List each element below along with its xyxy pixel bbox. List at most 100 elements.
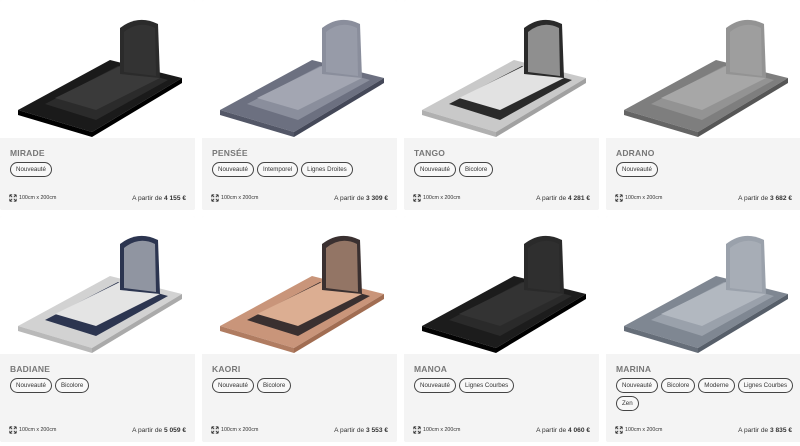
tag-list: Nouveauté	[10, 162, 190, 177]
product-card[interactable]: MANOA Nouveauté Lignes Courbes 100cm x 200c…	[404, 216, 599, 442]
tag-badge: Nouveauté	[212, 162, 254, 177]
price-prefix: A partir de	[738, 427, 769, 434]
price-prefix: A partir de	[738, 195, 769, 202]
tombstone-image	[624, 19, 788, 137]
dimensions: 100cm x 200cm	[615, 426, 662, 434]
product-card[interactable]: PENSÉE Nouveauté Intemporel Lignes Droites 1…	[202, 0, 397, 210]
product-image[interactable]	[0, 0, 195, 138]
resize-arrows-icon	[413, 194, 421, 202]
price-prefix: A partir de	[334, 427, 365, 434]
dimensions-text: 100cm x 200cm	[423, 427, 461, 433]
tag-list: Nouveauté Bicolore	[212, 378, 392, 393]
price-prefix: A partir de	[536, 427, 567, 434]
product-card[interactable]: TANGO Nouveauté Bicolore 100cm x 200cm A par…	[404, 0, 599, 210]
dimensions: 100cm x 200cm	[9, 426, 56, 434]
price: A partir de 3 682 €	[738, 195, 792, 202]
product-name[interactable]: PENSÉE	[212, 148, 248, 158]
product-name[interactable]: MARINA	[616, 364, 651, 374]
tag-badge: Nouveauté	[616, 162, 658, 177]
price-value: 4 155 €	[164, 195, 186, 202]
tag-list: Nouveauté Intemporel Lignes Droites	[212, 162, 392, 177]
price: A partir de 3 553 €	[334, 427, 388, 434]
product-card[interactable]: ADRANO Nouveauté 100cm x 200cm A partir de …	[606, 0, 800, 210]
tag-badge: Moderne	[698, 378, 735, 393]
tombstone-image	[624, 235, 788, 353]
dimensions: 100cm x 200cm	[211, 194, 258, 202]
dimensions-text: 100cm x 200cm	[221, 427, 259, 433]
tag-badge: Nouveauté	[414, 162, 456, 177]
resize-arrows-icon	[615, 426, 623, 434]
price-prefix: A partir de	[132, 195, 163, 202]
tag-badge: Nouveauté	[414, 378, 456, 393]
price-prefix: A partir de	[334, 195, 365, 202]
product-image[interactable]	[0, 216, 195, 354]
tag-list: Nouveauté Bicolore Moderne Lignes Courbes Ze…	[616, 378, 796, 411]
tag-list: Nouveauté Lignes Courbes	[414, 378, 594, 393]
product-image[interactable]	[202, 0, 397, 138]
tag-badge: Bicolore	[54, 378, 90, 393]
dimensions-text: 100cm x 200cm	[221, 195, 259, 201]
dimensions: 100cm x 200cm	[615, 194, 662, 202]
price-value: 5 059 €	[164, 427, 186, 434]
product-name[interactable]: KAORI	[212, 364, 240, 374]
tombstone-image	[220, 235, 384, 353]
price-value: 4 281 €	[568, 195, 590, 202]
price-prefix: A partir de	[132, 427, 163, 434]
product-name[interactable]: MANOA	[414, 364, 447, 374]
product-name[interactable]: MIRADE	[10, 148, 45, 158]
dimensions-text: 100cm x 200cm	[625, 427, 663, 433]
tag-badge: Zen	[616, 396, 639, 411]
price: A partir de 3 309 €	[334, 195, 388, 202]
tag-badge: Bicolore	[256, 378, 292, 393]
dimensions: 100cm x 200cm	[211, 426, 258, 434]
product-card[interactable]: KAORI Nouveauté Bicolore 100cm x 200cm A par…	[202, 216, 397, 442]
tag-badge: Nouveauté	[616, 378, 658, 393]
tombstone-image	[18, 19, 182, 137]
dimensions-text: 100cm x 200cm	[625, 195, 663, 201]
price: A partir de 4 281 €	[536, 195, 590, 202]
resize-arrows-icon	[211, 426, 219, 434]
tombstone-image	[220, 19, 384, 137]
product-image[interactable]	[404, 216, 599, 354]
price-value: 3 835 €	[770, 427, 792, 434]
tag-badge: Bicolore	[458, 162, 494, 177]
tag-list: Nouveauté	[616, 162, 796, 177]
price-prefix: A partir de	[536, 195, 567, 202]
tag-badge: Intemporel	[256, 162, 299, 177]
resize-arrows-icon	[211, 194, 219, 202]
tombstone-image	[18, 235, 182, 353]
tombstone-image	[422, 19, 586, 137]
product-grid: MIRADE Nouveauté 100cm x 200cm A partir de …	[0, 0, 800, 446]
price-value: 3 682 €	[770, 195, 792, 202]
product-name[interactable]: TANGO	[414, 148, 445, 158]
price: A partir de 4 155 €	[132, 195, 186, 202]
product-name[interactable]: BADIANE	[10, 364, 50, 374]
price-value: 4 060 €	[568, 427, 590, 434]
price: A partir de 5 059 €	[132, 427, 186, 434]
product-card[interactable]: MIRADE Nouveauté 100cm x 200cm A partir de …	[0, 0, 195, 210]
price-value: 3 553 €	[366, 427, 388, 434]
product-name[interactable]: ADRANO	[616, 148, 655, 158]
product-card[interactable]: BADIANE Nouveauté Bicolore 100cm x 200cm A p…	[0, 216, 195, 442]
tombstone-image	[422, 235, 586, 353]
price-value: 3 309 €	[366, 195, 388, 202]
product-image[interactable]	[606, 216, 800, 354]
dimensions: 100cm x 200cm	[413, 426, 460, 434]
resize-arrows-icon	[9, 426, 17, 434]
product-card[interactable]: MARINA Nouveauté Bicolore Moderne Lignes Cou…	[606, 216, 800, 442]
tag-badge: Lignes Droites	[301, 162, 353, 177]
tag-badge: Bicolore	[660, 378, 696, 393]
dimensions: 100cm x 200cm	[9, 194, 56, 202]
resize-arrows-icon	[9, 194, 17, 202]
tag-badge: Nouveauté	[10, 162, 52, 177]
tag-badge: Nouveauté	[10, 378, 52, 393]
dimensions-text: 100cm x 200cm	[19, 195, 57, 201]
product-image[interactable]	[404, 0, 599, 138]
price: A partir de 4 060 €	[536, 427, 590, 434]
resize-arrows-icon	[413, 426, 421, 434]
dimensions-text: 100cm x 200cm	[19, 427, 57, 433]
tag-badge: Lignes Courbes	[458, 378, 515, 393]
product-image[interactable]	[202, 216, 397, 354]
product-image[interactable]	[606, 0, 800, 138]
tag-badge: Lignes Courbes	[737, 378, 794, 393]
